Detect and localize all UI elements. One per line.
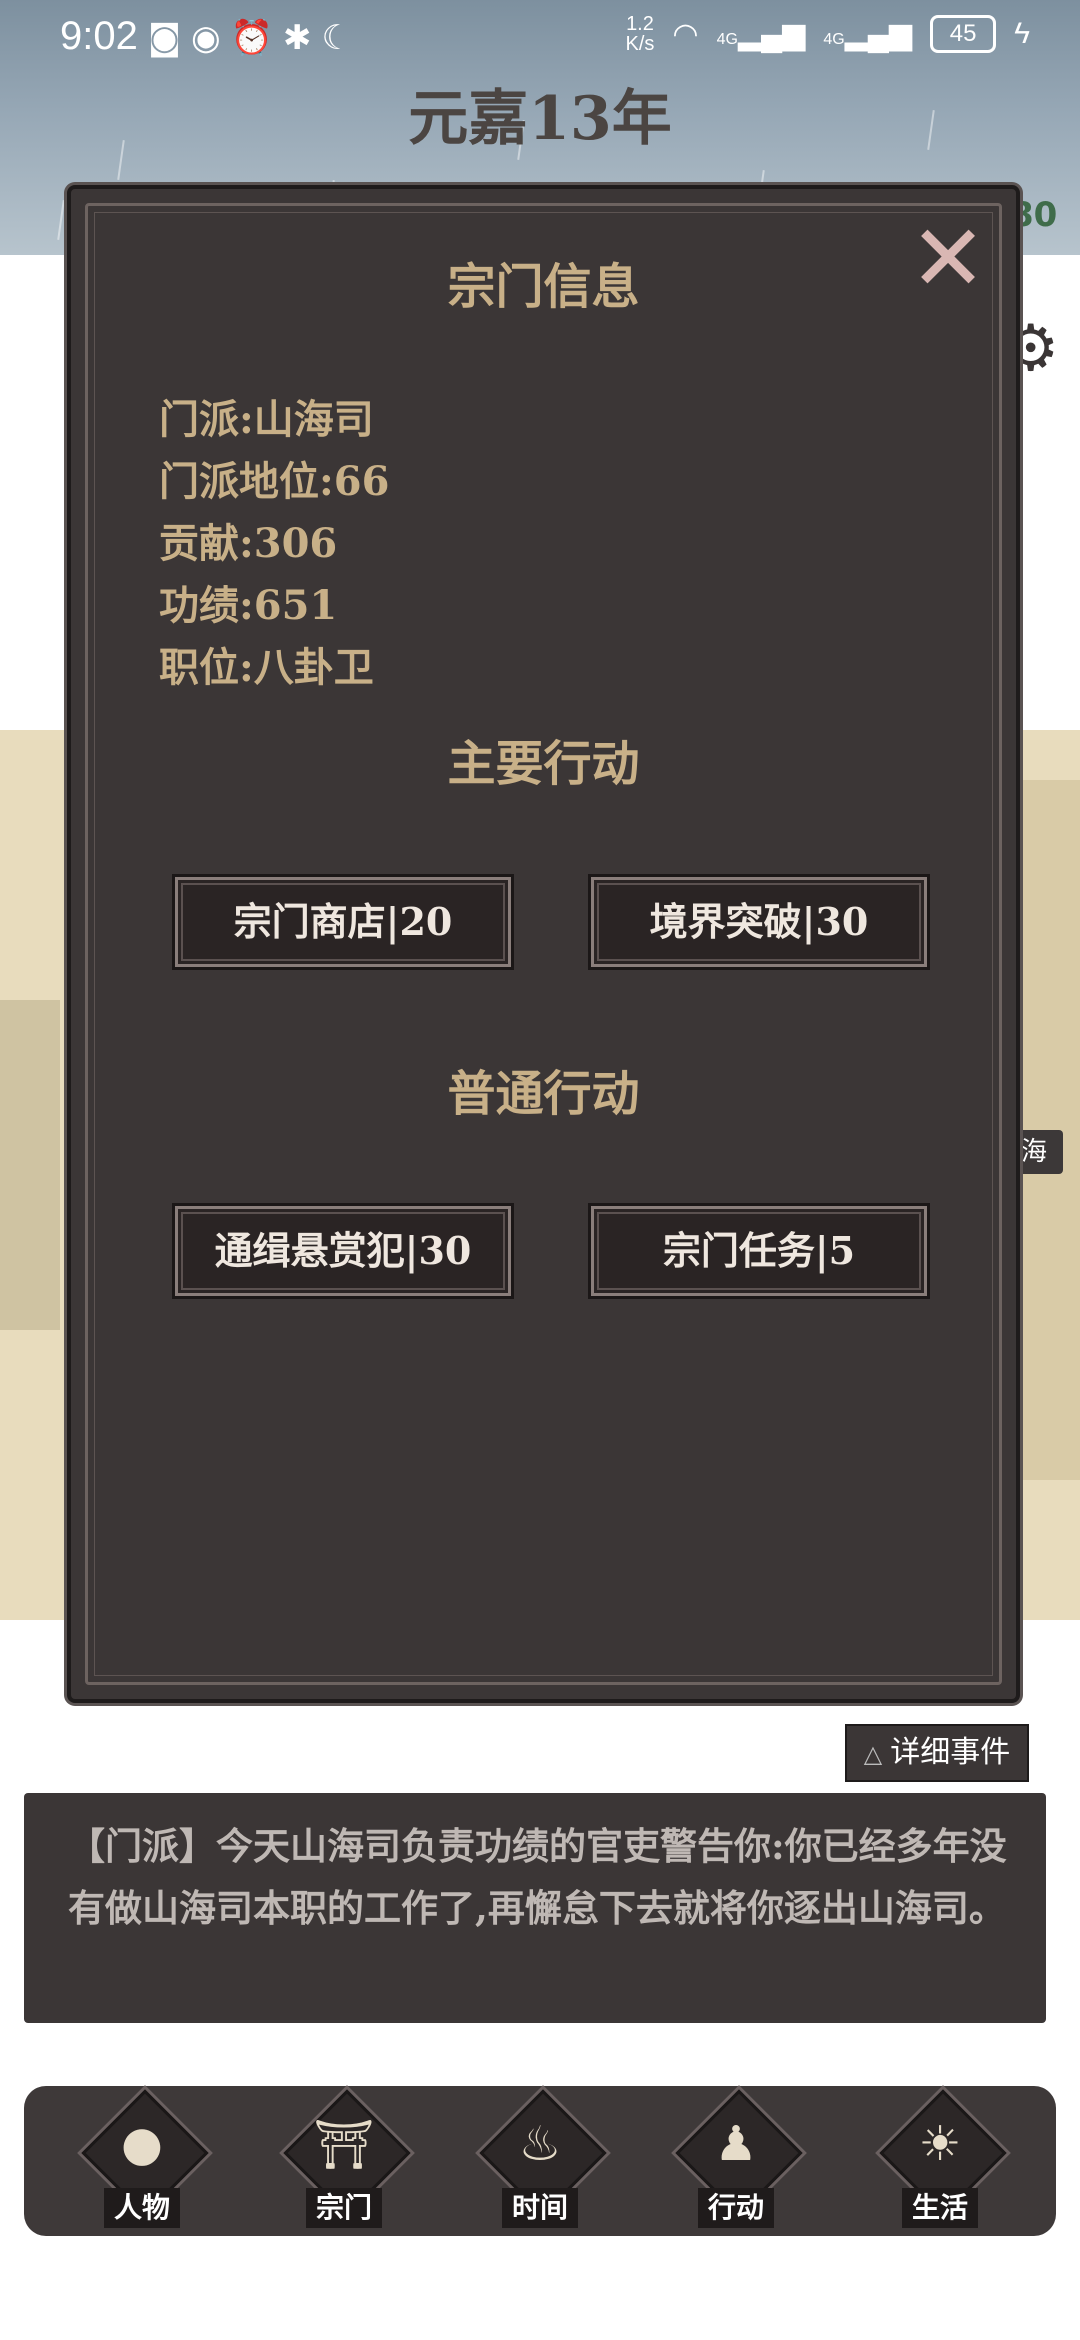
sect-mission-button[interactable]: 宗门任务|5 <box>591 1206 927 1296</box>
bottom-nav: ● 人物 ⛩ 宗门 ♨ 时间 ♟ 行动 ☀ 生活 <box>24 2086 1056 2236</box>
status-notification-icons: ◙◉⏰✱☾ <box>148 18 362 58</box>
sect-shop-button[interactable]: 宗门商店|20 <box>175 877 511 967</box>
info-merit: 功绩:651 <box>159 582 338 629</box>
landscape-icon: ☀ <box>918 2116 962 2172</box>
normal-actions-title: 普通行动 <box>447 1066 640 1122</box>
nav-label: 生活 <box>902 2188 978 2228</box>
info-position: 职位:八卦卫 <box>159 644 374 691</box>
wifi-icon: ◠ <box>672 17 699 51</box>
detail-events-label: 详细事件 <box>890 1735 1011 1770</box>
eye-icon: ◉ <box>191 18 231 58</box>
status-time: 9:02 <box>60 14 138 58</box>
nav-label: 行动 <box>698 2188 774 2228</box>
event-message-text: 【门派】今天山海司负责功绩的官吏警告你:你已经多年没有做山海司本职的工作了,再懈… <box>68 1824 1007 1930</box>
signal-icon-2: 4G▂▄▆ <box>823 17 913 51</box>
alarm-icon: ⏰ <box>230 18 284 58</box>
info-status: 门派地位:66 <box>159 458 390 505</box>
moon-icon: ☾ <box>321 18 362 58</box>
nav-item-character[interactable]: ● 人物 <box>72 2089 212 2232</box>
action-icon: ♟ <box>714 2116 758 2172</box>
sect-info-list: 门派:山海司 门派地位:66 贡献:306 功绩:651 职位:八卦卫 <box>159 389 389 699</box>
bluetooth-icon: ✱ <box>283 18 322 58</box>
triangle-icon: △ <box>863 1740 883 1768</box>
nav-item-sect[interactable]: ⛩ 宗门 <box>274 2089 414 2232</box>
person-icon: ● <box>121 2116 163 2172</box>
nav-item-life[interactable]: ☀ 生活 <box>870 2089 1010 2232</box>
charging-icon: ϟ <box>1014 17 1030 50</box>
main-actions-title: 主要行动 <box>447 736 640 792</box>
nav-item-time[interactable]: ♨ 时间 <box>470 2089 610 2232</box>
gate-icon: ⛩ <box>313 2117 375 2173</box>
year-title: 元嘉13年 <box>408 84 672 154</box>
modal-title: 宗门信息 <box>447 259 640 315</box>
info-sect: 门派:山海司 <box>159 396 374 443</box>
event-message-box: 【门派】今天山海司负责功绩的官吏警告你:你已经多年没有做山海司本职的工作了,再懈… <box>24 1793 1046 2023</box>
status-bar: 9:02 ◙◉⏰✱☾ 1.2 K/s ◠ 4G▂▄▆ 4G▂▄▆ 45 ϟ <box>0 0 1080 80</box>
map-region <box>0 1000 60 1330</box>
info-contribution: 贡献:306 <box>159 520 338 567</box>
breakthrough-button[interactable]: 境界突破|30 <box>591 877 927 967</box>
bounty-button[interactable]: 通缉悬赏犯|30 <box>175 1206 511 1296</box>
sect-info-modal: ✕ 宗门信息 门派:山海司 门派地位:66 贡献:306 功绩:651 职位:八… <box>67 185 1020 1703</box>
net-speed: 1.2 K/s <box>625 13 655 55</box>
nav-item-action[interactable]: ♟ 行动 <box>666 2089 806 2232</box>
nav-label: 宗门 <box>306 2188 382 2228</box>
nav-label: 人物 <box>104 2188 180 2228</box>
battery-icon: 45 <box>930 15 997 53</box>
incense-icon: ♨ <box>518 2116 562 2172</box>
signal-icon: 4G▂▄▆ <box>716 17 806 51</box>
status-right-group: 1.2 K/s ◠ 4G▂▄▆ 4G▂▄▆ 45 ϟ <box>626 14 1030 54</box>
nav-label: 时间 <box>502 2188 578 2228</box>
weibo-icon: ◙ <box>148 18 191 58</box>
detail-events-button[interactable]: △ 详细事件 <box>845 1724 1029 1782</box>
